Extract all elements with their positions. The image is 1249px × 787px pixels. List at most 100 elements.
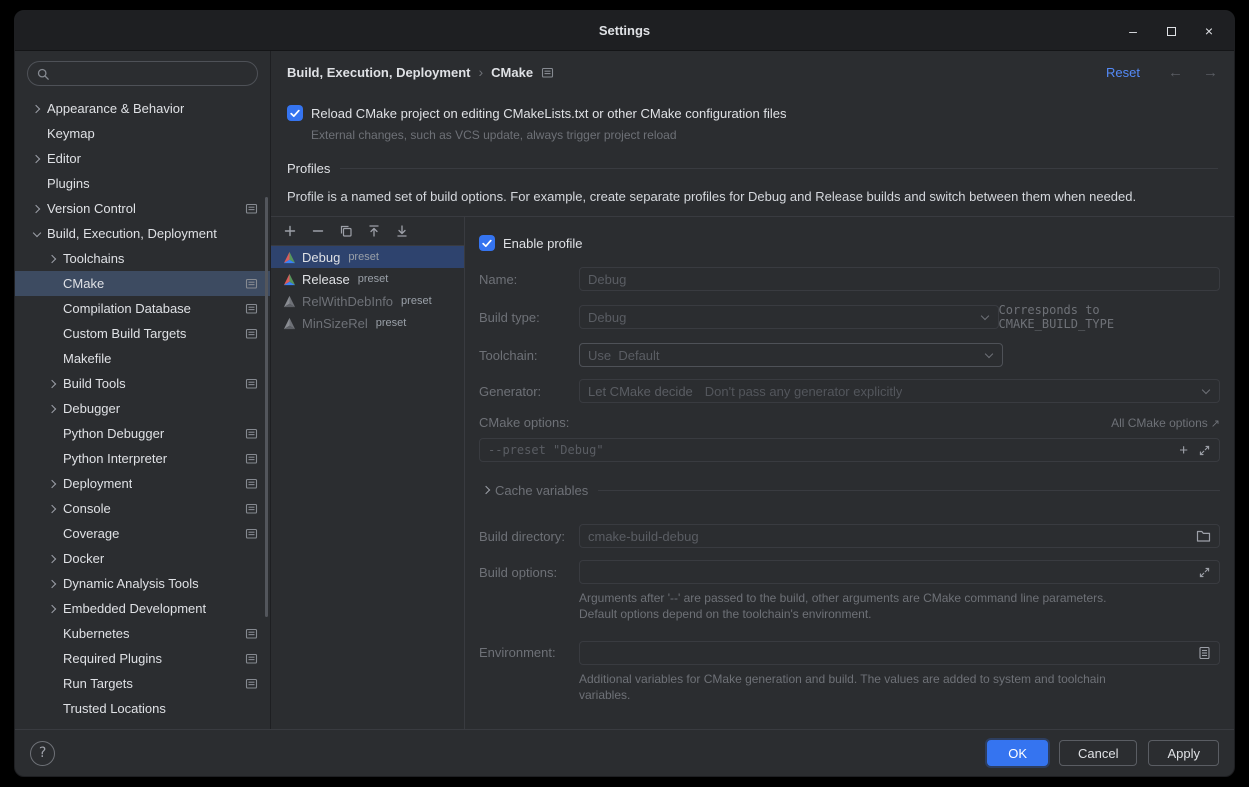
sidebar-item-deployment[interactable]: Deployment: [15, 471, 270, 496]
breadcrumb-root[interactable]: Build, Execution, Deployment: [287, 65, 470, 80]
chevron-right-icon[interactable]: [27, 199, 47, 219]
sidebar-item-toolchains[interactable]: Toolchains: [15, 246, 270, 271]
cache-variables-toggle[interactable]: Cache variables: [479, 480, 1220, 500]
sidebar-item-build-tools[interactable]: Build Tools: [15, 371, 270, 396]
sidebar-scrollbar[interactable]: [265, 197, 268, 617]
titlebar[interactable]: Settings – ×: [15, 11, 1234, 51]
profiles-list-panel: DebugpresetReleasepresetRelWithDebInfopr…: [271, 217, 465, 729]
reload-cmake-label: Reload CMake project on editing CMakeLis…: [311, 106, 786, 121]
sidebar-item-editor[interactable]: Editor: [15, 146, 270, 171]
expand-icon[interactable]: [1198, 444, 1211, 457]
apply-button[interactable]: Apply: [1148, 740, 1219, 766]
sidebar-item-makefile[interactable]: Makefile: [15, 346, 270, 371]
cmake-profile-icon: [283, 317, 296, 330]
chevron-spacer: [27, 124, 47, 144]
expand-icon[interactable]: [1198, 566, 1211, 579]
sidebar-item-compilation-database[interactable]: Compilation Database: [15, 296, 270, 321]
chevron-right-icon[interactable]: [43, 499, 63, 519]
environment-list-icon[interactable]: [1198, 646, 1211, 660]
toolchain-select[interactable]: Use Default: [579, 343, 1003, 367]
reload-cmake-checkbox[interactable]: [287, 105, 303, 121]
sidebar-item-dynamic-analysis-tools[interactable]: Dynamic Analysis Tools: [15, 571, 270, 596]
profile-item-minsizerel[interactable]: MinSizeRelpreset: [271, 312, 464, 334]
all-cmake-options-link[interactable]: All CMake options↗: [1111, 416, 1220, 430]
sidebar-item-custom-build-targets[interactable]: Custom Build Targets: [15, 321, 270, 346]
move-down-icon[interactable]: [394, 223, 410, 239]
sidebar-item-plugins[interactable]: Plugins: [15, 171, 270, 196]
back-arrow[interactable]: ←: [1168, 64, 1183, 81]
sidebar-item-appearance-behavior[interactable]: Appearance & Behavior: [15, 96, 270, 121]
add-icon[interactable]: +: [1179, 443, 1188, 458]
name-input[interactable]: Debug: [579, 267, 1220, 291]
folder-icon[interactable]: [1196, 529, 1211, 543]
chevron-right-icon[interactable]: [27, 149, 47, 169]
sidebar-item-cmake[interactable]: CMake: [15, 271, 270, 296]
sidebar-item-label: Embedded Development: [63, 601, 206, 616]
sidebar-item-python-interpreter[interactable]: Python Interpreter: [15, 446, 270, 471]
add-profile-icon[interactable]: [282, 223, 298, 239]
dropdown-chevron-icon: [980, 312, 990, 322]
breadcrumb-current[interactable]: CMake: [491, 65, 533, 80]
sidebar-item-run-targets[interactable]: Run Targets: [15, 671, 270, 696]
reload-cmake-row[interactable]: Reload CMake project on editing CMakeLis…: [287, 105, 1218, 121]
chevron-right-icon[interactable]: [43, 474, 63, 494]
build-options-input[interactable]: [579, 560, 1220, 584]
maximize-button[interactable]: [1164, 24, 1178, 38]
sidebar-item-embedded-development[interactable]: Embedded Development: [15, 596, 270, 621]
chevron-right-icon[interactable]: [43, 374, 63, 394]
chevron-right-icon[interactable]: [479, 480, 495, 500]
environment-input[interactable]: [579, 641, 1220, 665]
profile-item-release[interactable]: Releasepreset: [271, 268, 464, 290]
sidebar-item-docker[interactable]: Docker: [15, 546, 270, 571]
sidebar-item-build-execution-deployment[interactable]: Build, Execution, Deployment: [15, 221, 270, 246]
chevron-down-icon[interactable]: [27, 224, 47, 244]
sidebar-item-debugger[interactable]: Debugger: [15, 396, 270, 421]
copy-profile-icon[interactable]: [338, 223, 354, 239]
all-cmake-options-text: All CMake options: [1111, 416, 1208, 430]
chevron-spacer: [43, 299, 63, 319]
close-button[interactable]: ×: [1202, 24, 1216, 38]
cancel-button[interactable]: Cancel: [1059, 740, 1137, 766]
move-up-icon[interactable]: [366, 223, 382, 239]
build-directory-value: cmake-build-debug: [588, 529, 699, 544]
sidebar-item-required-plugins[interactable]: Required Plugins: [15, 646, 270, 671]
chevron-spacer: [43, 424, 63, 444]
chevron-right-icon[interactable]: [43, 249, 63, 269]
enable-profile-row[interactable]: Enable profile: [479, 235, 1220, 251]
ok-button[interactable]: OK: [987, 740, 1048, 766]
generator-select[interactable]: Let CMake decide Don't pass any generato…: [579, 379, 1220, 403]
chevron-right-icon[interactable]: [27, 99, 47, 119]
profile-item-debug[interactable]: Debugpreset: [271, 246, 464, 268]
build-directory-label: Build directory:: [479, 529, 579, 544]
sidebar-item-label: Build, Execution, Deployment: [47, 226, 217, 241]
sidebar-item-python-debugger[interactable]: Python Debugger: [15, 421, 270, 446]
cmake-options-input[interactable]: --preset "Debug" +: [479, 438, 1220, 462]
sidebar-item-version-control[interactable]: Version Control: [15, 196, 270, 221]
sidebar-item-keymap[interactable]: Keymap: [15, 121, 270, 146]
sidebar-item-trusted-locations[interactable]: Trusted Locations: [15, 696, 270, 721]
build-directory-input[interactable]: cmake-build-debug: [579, 524, 1220, 548]
reset-link[interactable]: Reset: [1106, 65, 1140, 80]
generator-label: Generator:: [479, 384, 579, 399]
check-icon: [290, 109, 300, 118]
build-type-select[interactable]: Debug: [579, 305, 999, 329]
minimize-button[interactable]: –: [1126, 24, 1140, 38]
chevron-right-icon[interactable]: [43, 399, 63, 419]
cmake-options-header: CMake options: All CMake options↗: [479, 415, 1220, 430]
enable-profile-checkbox[interactable]: [479, 235, 495, 251]
cmake-options-label: CMake options:: [479, 415, 579, 430]
environment-label: Environment:: [479, 645, 579, 660]
chevron-right-icon[interactable]: [43, 574, 63, 594]
sidebar-item-console[interactable]: Console: [15, 496, 270, 521]
forward-arrow[interactable]: →: [1203, 64, 1218, 81]
profile-item-relwithdebinfo[interactable]: RelWithDebInfopreset: [271, 290, 464, 312]
settings-search-input[interactable]: [27, 61, 258, 86]
sidebar-item-coverage[interactable]: Coverage: [15, 521, 270, 546]
chevron-right-icon[interactable]: [43, 599, 63, 619]
remove-profile-icon[interactable]: [310, 223, 326, 239]
help-button[interactable]: ?: [30, 741, 55, 766]
sidebar-item-kubernetes[interactable]: Kubernetes: [15, 621, 270, 646]
dialog-footer: ? OK Cancel Apply: [15, 729, 1234, 776]
search-icon: [36, 67, 50, 81]
chevron-right-icon[interactable]: [43, 549, 63, 569]
